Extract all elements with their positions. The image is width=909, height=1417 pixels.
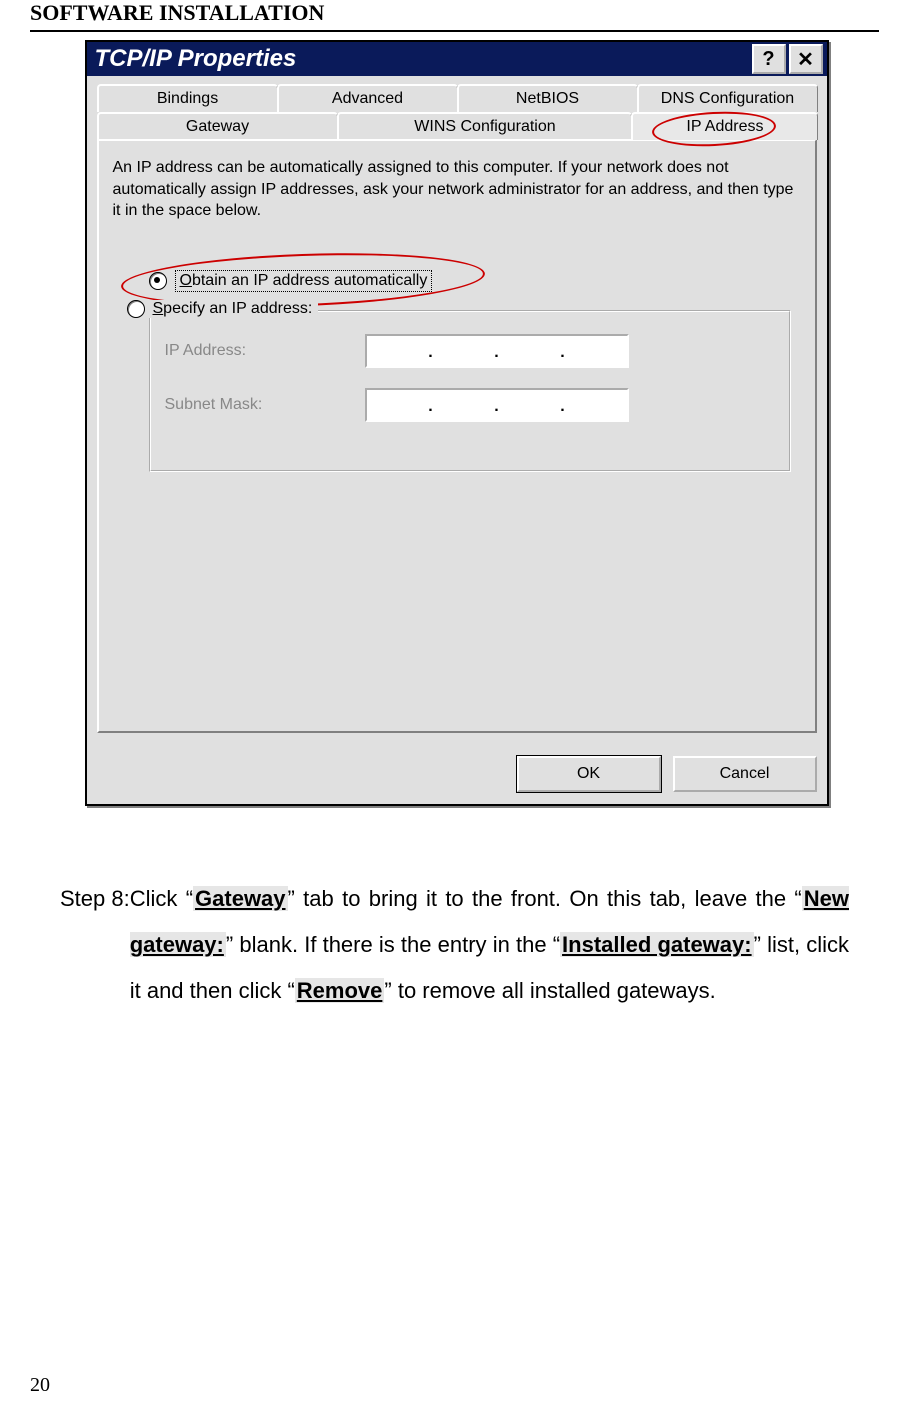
tab-dns[interactable]: DNS Configuration	[637, 84, 818, 112]
radio-label-auto: OObtain an IP address automaticallybtain…	[175, 270, 433, 292]
window-title: TCP/IP Properties	[95, 45, 749, 73]
help-icon: ?	[762, 48, 774, 71]
specify-groupbox: Specify an IP address:Specify an IP addr…	[149, 310, 791, 472]
ok-button[interactable]: OK	[517, 756, 661, 792]
panel-description: An IP address can be automatically assig…	[113, 157, 801, 222]
label-subnet-mask: Subnet Mask:	[165, 396, 365, 414]
kw-installed-gateway: Installed gateway:	[560, 932, 754, 957]
tab-bindings[interactable]: Bindings	[97, 84, 278, 112]
radio-obtain-auto[interactable]: OObtain an IP address automaticallybtain…	[149, 270, 801, 292]
kw-gateway: Gateway	[193, 886, 288, 911]
radio-label-specify: Specify an IP address:Specify an IP addr…	[153, 300, 313, 318]
header-rule	[30, 30, 879, 32]
tab-ipaddress[interactable]: IP Address	[631, 112, 817, 140]
titlebar: TCP/IP Properties ? ✕	[87, 42, 827, 76]
help-button[interactable]: ?	[752, 44, 786, 74]
close-icon: ✕	[797, 47, 814, 72]
tab-panel-ipaddress: An IP address can be automatically assig…	[97, 139, 817, 733]
subnet-mask-input[interactable]: . . .	[365, 388, 629, 422]
step-text: Step 8: Click “Gateway” tab to bring it …	[60, 876, 849, 1015]
tab-row-1: Bindings Advanced NetBIOS DNS Configurat…	[97, 84, 817, 112]
tab-row-2: Gateway WINS Configuration IP Address	[97, 112, 817, 140]
ip-address-input[interactable]: . . .	[365, 334, 629, 368]
radio-icon	[127, 300, 145, 318]
radio-specify[interactable]: Specify an IP address:Specify an IP addr…	[121, 300, 319, 318]
radio-icon	[149, 272, 167, 290]
dialog-screenshot: TCP/IP Properties ? ✕ Bindings Advanced …	[85, 40, 825, 806]
tab-advanced[interactable]: Advanced	[277, 84, 458, 112]
page-header: SOFTWARE INSTALLATION	[0, 0, 909, 30]
dialog-button-row: OK Cancel	[87, 744, 827, 804]
step-label: Step 8:	[60, 876, 130, 1015]
tab-wins[interactable]: WINS Configuration	[337, 112, 633, 140]
page-number: 20	[30, 1374, 50, 1397]
close-button[interactable]: ✕	[789, 44, 823, 74]
kw-remove: Remove	[295, 978, 385, 1003]
tab-gateway[interactable]: Gateway	[97, 112, 338, 140]
label-ip-address: IP Address:	[165, 342, 365, 360]
cancel-button[interactable]: Cancel	[673, 756, 817, 792]
tab-netbios[interactable]: NetBIOS	[457, 84, 638, 112]
